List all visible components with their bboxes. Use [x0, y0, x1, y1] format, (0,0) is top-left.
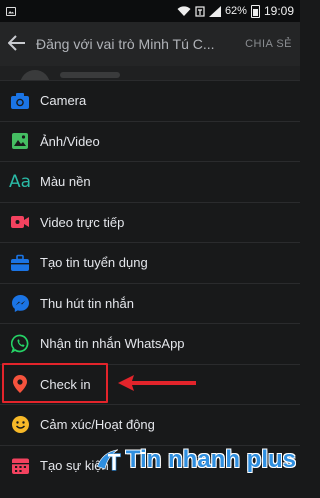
- header: Đăng với vai trò Minh Tú C... CHIA SẺ: [0, 22, 300, 66]
- whatsapp-icon: [10, 334, 30, 354]
- share-button[interactable]: CHIA SẺ: [245, 38, 292, 50]
- live-video-icon: [10, 212, 30, 232]
- page-title: Đăng với vai trò Minh Tú C...: [36, 36, 215, 52]
- camera-icon: [10, 91, 30, 111]
- option-label: Tạo tin tuyển dụng: [40, 255, 148, 271]
- arrow-left-annotation-icon: [118, 375, 196, 391]
- option-label: Màu nền: [40, 174, 91, 190]
- watermark-text: Tin nhanh plus: [125, 446, 296, 473]
- alarm-icon: [195, 5, 205, 17]
- watermark: Tin nhanh plus: [96, 436, 296, 484]
- option-label: Nhận tin nhắn WhatsApp: [40, 336, 185, 352]
- option-create-job[interactable]: Tạo tin tuyển dụng: [0, 242, 300, 283]
- option-label: Ảnh/Video: [40, 133, 100, 149]
- wifi-icon: [177, 5, 191, 16]
- option-camera[interactable]: Camera: [0, 80, 300, 121]
- battery-percent: 62%: [224, 5, 247, 17]
- option-live-video[interactable]: Video trực tiếp: [0, 201, 300, 243]
- option-whatsapp-messages[interactable]: Nhận tin nhắn WhatsApp: [0, 323, 300, 364]
- option-label: Video trực tiếp: [40, 214, 125, 230]
- messenger-icon: [10, 293, 30, 313]
- smile-icon: [10, 415, 30, 435]
- option-label: Cảm xúc/Hoạt động: [40, 417, 155, 433]
- option-get-messages[interactable]: Thu hút tin nhắn: [0, 282, 300, 324]
- arrow-left-icon[interactable]: [7, 31, 36, 57]
- option-photo-video[interactable]: Ảnh/Video: [0, 120, 300, 162]
- post-options-list: Camera Ảnh/Video Aa Màu nền Video trực t…: [0, 80, 300, 485]
- profile-preview: [0, 66, 300, 80]
- profile-name-placeholder: [60, 72, 120, 78]
- battery-icon: [250, 4, 260, 18]
- gallery-notification-icon: [6, 6, 16, 16]
- text-background-icon: Aa: [8, 171, 32, 192]
- check-in-highlight-box: [2, 363, 108, 403]
- photo-icon: [10, 131, 30, 151]
- option-background-color[interactable]: Aa Màu nền: [0, 161, 300, 202]
- clock: 19:09: [263, 4, 294, 18]
- calendar-icon: [10, 455, 30, 475]
- watermark-logo-icon: [96, 449, 121, 471]
- briefcase-icon: [10, 253, 30, 273]
- status-bar: 62% 19:09: [0, 0, 300, 22]
- avatar: [20, 70, 50, 80]
- option-label: Camera: [40, 93, 87, 109]
- signal-icon: [208, 5, 221, 17]
- option-label: Thu hút tin nhắn: [40, 295, 134, 311]
